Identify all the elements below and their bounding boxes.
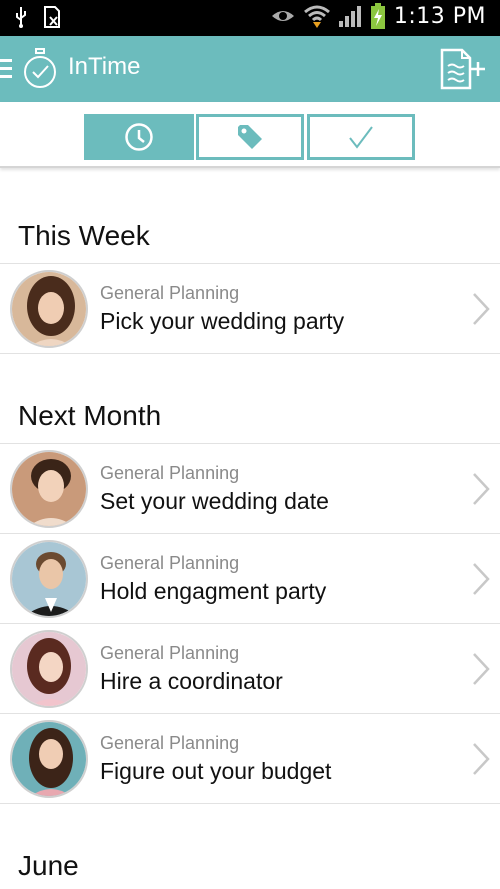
item-category: General Planning	[100, 463, 240, 483]
section-title-this-week: This Week	[18, 220, 150, 251]
avatar	[10, 450, 88, 528]
stopwatch-logo-icon[interactable]	[22, 48, 58, 90]
add-document-icon[interactable]	[438, 46, 486, 92]
divider	[0, 803, 500, 804]
app-title: InTime	[68, 53, 141, 80]
item-title: Hold engagment party	[100, 578, 327, 604]
battery-charging-icon	[370, 3, 385, 29]
item-category: General Planning	[100, 733, 240, 753]
chevron-right-icon	[473, 743, 490, 775]
checkmark-icon	[349, 126, 373, 149]
item-category: General Planning	[100, 553, 240, 573]
tab-category[interactable]	[196, 114, 304, 160]
divider	[0, 353, 500, 354]
list-item[interactable]: General Planning Hold engagment party	[0, 534, 500, 623]
clock-time: 1:13 PM	[393, 3, 486, 29]
list-item[interactable]: General Planning Hire a coordinator	[0, 624, 500, 713]
item-category: General Planning	[100, 283, 240, 303]
tab-completed[interactable]	[307, 114, 415, 160]
no-sim-icon	[44, 6, 60, 28]
usb-icon	[16, 7, 26, 28]
eye-icon	[271, 11, 294, 21]
section-title-june: June	[18, 850, 79, 881]
chevron-right-icon	[473, 293, 490, 325]
tab-schedule[interactable]	[84, 114, 194, 160]
item-title: Hire a coordinator	[100, 668, 283, 694]
menu-icon[interactable]	[0, 59, 12, 79]
item-title: Set your wedding date	[100, 488, 329, 514]
tag-icon	[238, 125, 262, 149]
item-title: Pick your wedding party	[100, 308, 345, 334]
app-bar: InTime	[0, 36, 500, 102]
list-item[interactable]: General Planning Figure out your budget	[0, 714, 500, 803]
avatar	[10, 540, 88, 618]
wifi-icon	[303, 5, 330, 28]
list-item[interactable]: General Planning Pick your wedding party	[0, 264, 500, 353]
signal-icon	[338, 6, 361, 27]
status-bar: 1:13 PM	[0, 0, 500, 36]
avatar	[10, 630, 88, 708]
chevron-right-icon	[473, 653, 490, 685]
avatar	[10, 720, 88, 798]
item-category: General Planning	[100, 643, 240, 663]
avatar	[10, 270, 88, 348]
clock-icon	[125, 123, 153, 151]
list-item[interactable]: General Planning Set your wedding date	[0, 444, 500, 533]
section-title-next-month: Next Month	[18, 400, 162, 431]
chevron-right-icon	[473, 473, 490, 505]
item-title: Figure out your budget	[100, 758, 332, 784]
chevron-right-icon	[473, 563, 490, 595]
tab-bar	[0, 102, 500, 168]
